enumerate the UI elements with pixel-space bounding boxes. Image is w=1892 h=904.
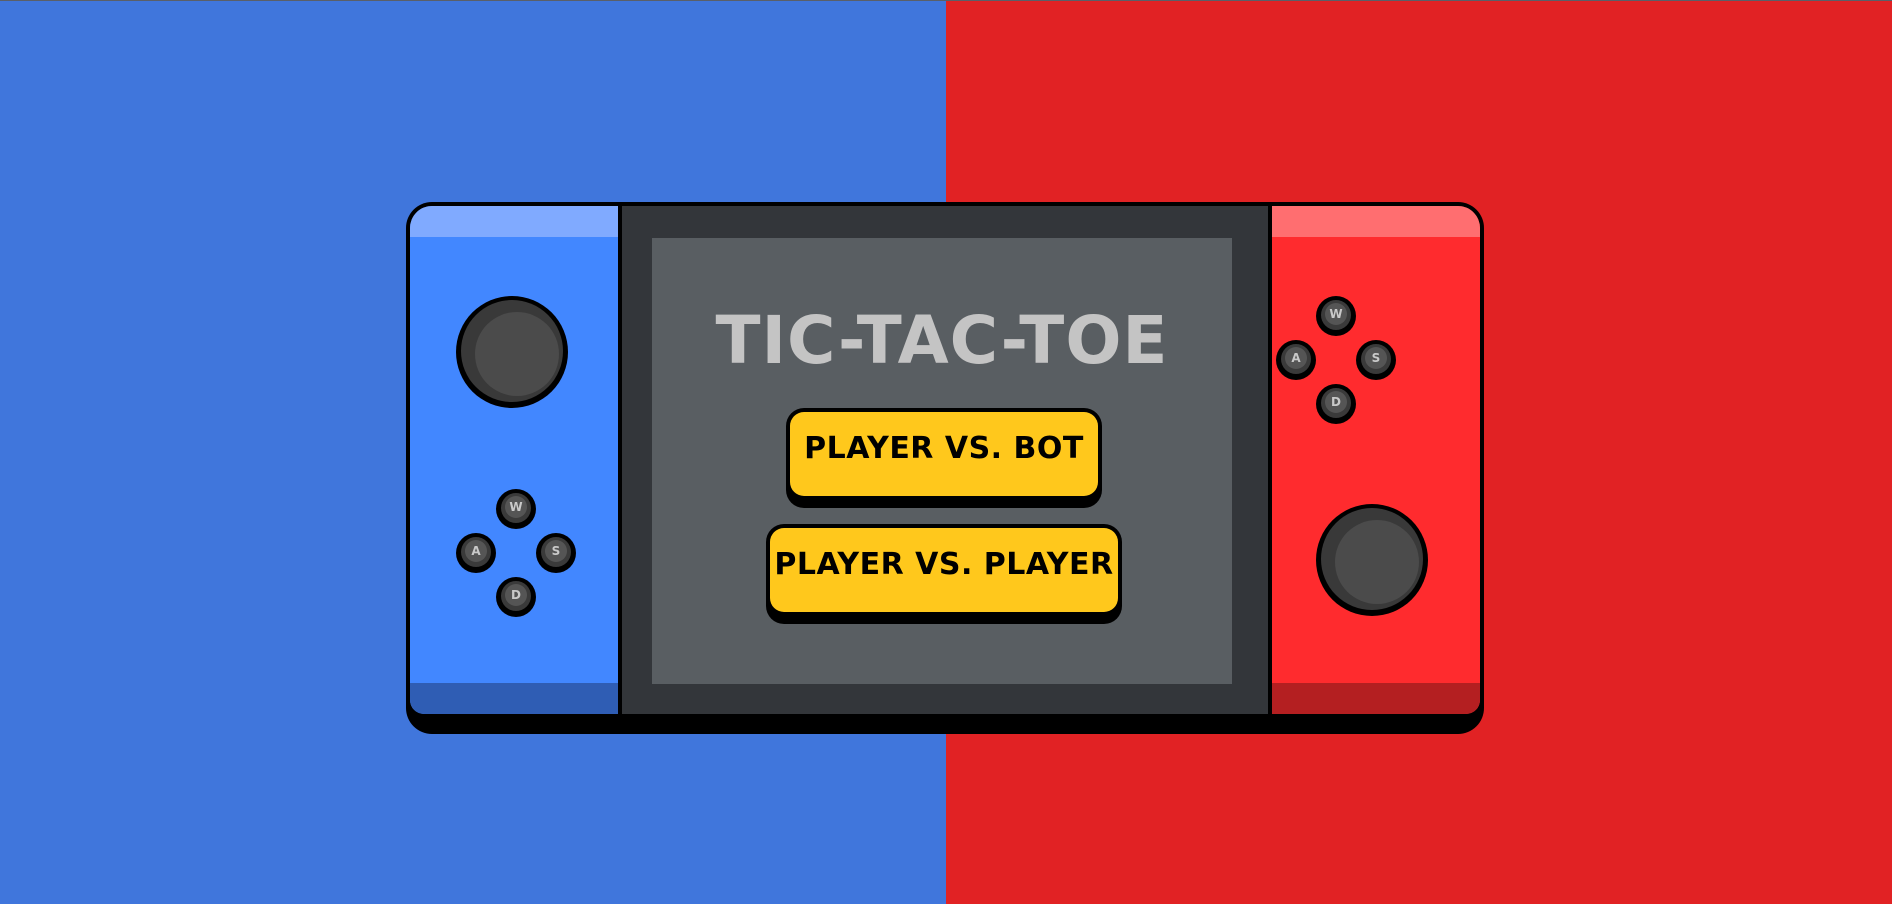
left-key-a-label: A xyxy=(465,540,487,562)
player-vs-player-label: PLAYER VS. PLAYER xyxy=(770,528,1118,612)
right-key-d-label: D xyxy=(1325,391,1347,413)
left-controller-top-strip xyxy=(410,206,618,237)
right-key-a-button[interactable]: A xyxy=(1276,340,1316,380)
player-vs-player-button[interactable]: PLAYER VS. PLAYER xyxy=(766,524,1122,624)
right-key-a-face: A xyxy=(1281,344,1311,374)
right-analog-stick-ring xyxy=(1321,508,1423,610)
right-controller-top-strip xyxy=(1272,206,1480,237)
right-analog-stick-cap xyxy=(1335,520,1419,604)
right-key-w-button[interactable]: W xyxy=(1316,296,1356,336)
game-screen: TIC-TAC-TOE PLAYER VS. BOT PLAYER VS. PL… xyxy=(652,238,1232,684)
game-console: W A S D TIC-TAC-TOE PLAYER VS. BOT PLAYE… xyxy=(406,202,1484,734)
right-analog-stick[interactable] xyxy=(1316,504,1428,616)
left-key-a-button[interactable]: A xyxy=(456,533,496,573)
left-key-d-face: D xyxy=(501,581,531,611)
right-key-w-label: W xyxy=(1325,303,1347,325)
right-key-s-face: S xyxy=(1361,344,1391,374)
left-key-s-face: S xyxy=(541,537,571,567)
left-analog-stick-ring xyxy=(461,300,563,402)
game-title: TIC-TAC-TOE xyxy=(715,302,1169,379)
right-key-d-face: D xyxy=(1321,388,1351,418)
left-analog-stick[interactable] xyxy=(456,296,568,408)
screen-bezel: TIC-TAC-TOE PLAYER VS. BOT PLAYER VS. PL… xyxy=(622,206,1268,714)
left-key-w-face: W xyxy=(501,493,531,523)
left-controller-bottom-strip xyxy=(410,683,618,714)
left-controller: W A S D xyxy=(410,206,618,714)
left-key-d-button[interactable]: D xyxy=(496,577,536,617)
right-key-a-label: A xyxy=(1285,347,1307,369)
left-key-a-face: A xyxy=(461,537,491,567)
right-key-w-face: W xyxy=(1321,300,1351,330)
player-vs-bot-label: PLAYER VS. BOT xyxy=(790,412,1098,496)
console-shell: W A S D TIC-TAC-TOE PLAYER VS. BOT PLAYE… xyxy=(410,206,1480,714)
left-key-s-label: S xyxy=(545,540,567,562)
right-key-s-label: S xyxy=(1365,347,1387,369)
left-key-d-label: D xyxy=(505,584,527,606)
right-key-s-button[interactable]: S xyxy=(1356,340,1396,380)
left-key-w-label: W xyxy=(505,496,527,518)
left-key-w-button[interactable]: W xyxy=(496,489,536,529)
right-key-d-button[interactable]: D xyxy=(1316,384,1356,424)
right-controller: W A S D xyxy=(1272,206,1480,714)
right-controller-bottom-strip xyxy=(1272,683,1480,714)
left-analog-stick-cap xyxy=(475,312,559,396)
player-vs-bot-button[interactable]: PLAYER VS. BOT xyxy=(786,408,1102,508)
left-key-s-button[interactable]: S xyxy=(536,533,576,573)
